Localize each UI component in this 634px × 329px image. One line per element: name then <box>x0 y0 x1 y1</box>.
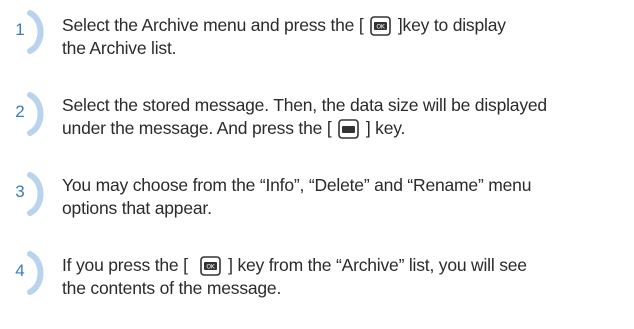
step-text-part: options that appear. <box>62 198 212 218</box>
svg-text:OK: OK <box>207 264 217 271</box>
step-number-badge: 1 <box>4 10 44 54</box>
step-text: Select the stored message. Then, the dat… <box>62 94 618 140</box>
step-text-part: ] key. <box>365 118 406 138</box>
step-text-part: ] key from the “Archive” list, you will … <box>228 255 527 275</box>
step-text: Select the Archive menu and press the [ … <box>62 14 618 60</box>
step-text-part: the Archive list. <box>62 38 177 58</box>
step-text-part: under the message. And press the [ <box>62 118 332 138</box>
step-number-badge: 3 <box>4 172 44 216</box>
step-number: 2 <box>15 102 25 121</box>
step-text-part: Select the Archive menu and press the [ <box>62 15 364 35</box>
step-text-part: Select the stored message. Then, the dat… <box>62 95 547 115</box>
step-text-part: You may choose from the “Info”, “Delete”… <box>62 175 532 195</box>
instruction-steps: 1 Select the Archive menu and press the … <box>0 0 634 329</box>
step-number: 3 <box>15 182 25 201</box>
step-number-badge: 4 <box>4 251 44 295</box>
ok-key-icon: OK <box>370 16 392 37</box>
step-text: You may choose from the “Info”, “Delete”… <box>62 174 618 220</box>
menu-key-icon <box>338 119 359 140</box>
step-text: If you press the [ OK ] key from the “Ar… <box>62 254 618 300</box>
svg-text:OK: OK <box>377 24 387 31</box>
step-number: 4 <box>15 261 25 280</box>
ok-key-icon: OK <box>200 256 222 277</box>
step-number-badge: 2 <box>4 92 44 136</box>
step-text-part: ]key to display <box>397 15 506 35</box>
step-number: 1 <box>15 20 25 39</box>
step-text-part: the contents of the message. <box>62 278 282 298</box>
step-text-part: If you press the [ <box>62 255 188 275</box>
